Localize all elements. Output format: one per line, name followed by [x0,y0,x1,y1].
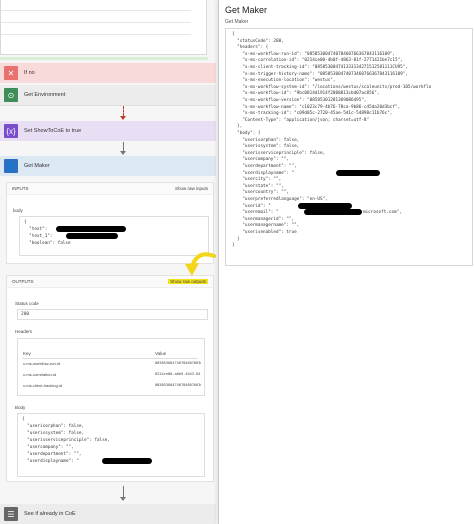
status-code-label: Status code [15,301,39,306]
arrow-down-icon [120,497,126,501]
body-label: Body [15,405,26,410]
if-no-label: If no [24,70,35,76]
previous-action-card [0,0,207,55]
if-no-action[interactable]: ✕ If no [0,63,216,83]
inputs-body-label: body [13,208,23,213]
arrow-connector [123,106,124,116]
headers-label: Headers [15,329,33,334]
json-line: "x-ms-tracking-id": "c09d05c-2720-45ae-5… [232,111,393,117]
redaction [336,169,380,176]
json-line: "x-ms-workflow-system-id": "/locations/w… [232,84,432,90]
set-variable-action[interactable]: {x} Set ShowToCoE to true [0,121,216,141]
json-line: "Content-Type": "application/json; chars… [232,117,370,123]
email-domain: microsoft.com", [363,210,402,216]
json-line: }, [232,124,243,130]
show-raw-inputs-link[interactable]: Show raw inputs [175,186,208,191]
json-line: "userisorphan": false, [232,137,300,143]
headers-table: Key Value x-ms-workflow-run-id 085853004… [17,338,205,396]
outputs-title: OUTPUTS [12,279,34,284]
table-row-value: 08585300474078460766367843... [155,383,201,387]
json-line: "x-ms-correlation-id": "0214ce00-4b0f-48… [232,58,403,64]
redaction [102,458,152,464]
json-line: "userid": " [232,203,271,209]
table-row-key: x-ms-workflow-run-id [23,361,61,366]
json-line: "useremail": " [232,210,279,216]
json-line: "x-ms-workflow-version": "08585301281369… [232,98,367,103]
table-row-value: 08585300474078460766367843... [155,361,201,365]
json-line: "body": { [232,131,261,136]
json-line: "x-ms-execution-location": "westus", [232,78,336,84]
user-icon: 👤 [4,159,18,173]
raw-outputs-code: { "statusCode": 200, "headers": { "x-ms-… [225,28,473,266]
get-environment-label: Get Environment [24,92,66,98]
json-line: "x-ms-workflow-id": "9bc0814d1914f280881… [232,91,380,97]
json-line: "userisenabled": true [232,230,297,235]
redaction [304,209,362,216]
pane-title: Get Maker [225,5,268,15]
json-line: "usercountry": "", [232,190,289,196]
table-row-key: x-ms-client-tracking-id [23,383,63,388]
close-icon: ✕ [4,66,18,80]
json-line: "usermanagerid": "", [232,216,295,222]
list-icon: ☰ [4,507,18,521]
json-line: "userisserviceprinciple": false, [232,150,326,156]
json-line: "userissystem": false, [232,144,300,150]
status-code-value: 200 [17,309,208,320]
json-line: "statusCode": 200, [232,38,284,44]
redaction [66,233,118,239]
key-column-header: Key [23,351,31,356]
set-variable-label: Set ShowToCoE to true [24,128,82,134]
json-line: "x-ms-workflow-name": "c1023c79-4b76-78c… [232,104,401,110]
outputs-body-code: { "userisorphan": false, "userissystem":… [17,413,205,477]
get-maker-label: Get Maker [24,163,50,169]
json-line: "userpreferredlanguage": "en-US", [232,197,328,202]
json-line: "userdisplayname": " [232,170,295,176]
redaction [56,226,126,232]
success-strip [0,57,208,60]
json-line: "usercompany": "", [232,157,289,163]
see-if-in-coe-action[interactable]: ☰ See if already in CoE [0,504,216,524]
inputs-title: INPUTS [12,186,29,191]
get-maker-action[interactable]: 👤 Get Maker [0,156,216,176]
get-maker-pane: Get Maker Get Maker { "statusCode": 200,… [218,0,474,524]
pane-subtitle: Get Maker [225,19,249,25]
json-line: "userdepartment": "", [232,164,297,169]
json-line: "headers": { [232,45,269,51]
outputs-panel: OUTPUTS Show raw outputs Status code 200… [6,275,214,482]
variable-icon: {x} [4,124,18,138]
json-line: } [232,236,240,242]
json-line: "x-ms-client-tracking-id": "085853004741… [232,65,408,70]
environment-icon: ⊙ [4,88,18,102]
json-line: } [232,243,235,249]
json-line: "usercity": "", [232,177,282,183]
arrow-down-icon [120,151,126,155]
get-environment-action[interactable]: ⊙ Get Environment [0,85,216,106]
json-line: "x-ms-workflow-run-id": "085853004740784… [232,51,395,57]
curved-arrow-icon [185,252,216,276]
value-column-header: Value [155,351,167,356]
json-line: "x-ms-trigger-history-name": "0858530047… [232,71,408,77]
arrow-down-icon [120,116,126,120]
table-row-key: x-ms-correlation-id [23,372,57,377]
json-line: "userstate": "", [232,183,284,189]
see-if-in-coe-label: See if already in CoE [24,511,76,517]
json-line: "usermanagername": "", [232,223,300,229]
table-row-value: 0224ce80-a0b9-4043-84f9-2... [155,372,201,376]
flow-canvas: ✕ If no ⊙ Get Environment {x} Set ShowTo… [0,0,218,524]
json-line: { [232,32,235,37]
redaction [298,202,352,209]
